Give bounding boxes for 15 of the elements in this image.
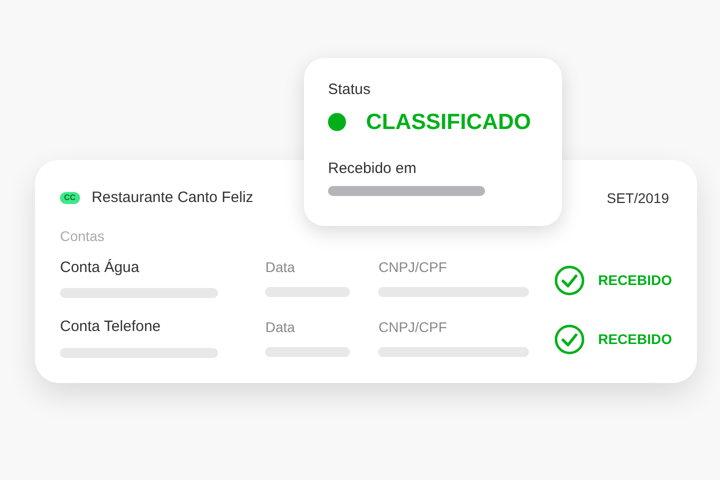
- period-label: SET/2019: [606, 188, 669, 208]
- status-text: RECEBIDO: [598, 330, 672, 350]
- document-label: CNPJ/CPF: [378, 258, 448, 278]
- received-label: Recebido em: [328, 161, 418, 176]
- section-label: Contas: [60, 226, 106, 246]
- date-label: Data: [265, 318, 296, 337]
- bill-name: Conta Telefone: [60, 317, 162, 337]
- date-label: Data: [265, 258, 296, 278]
- status-text: RECEBIDO: [598, 270, 672, 290]
- account-badge: CC: [60, 192, 80, 204]
- document-label: CNPJ/CPF: [378, 318, 448, 337]
- status-value: CLASSIFICADO: [366, 111, 531, 133]
- status-label: Status: [328, 82, 372, 97]
- account-name: Restaurante Canto Feliz: [92, 188, 254, 208]
- bill-name: Conta Água: [60, 258, 140, 278]
